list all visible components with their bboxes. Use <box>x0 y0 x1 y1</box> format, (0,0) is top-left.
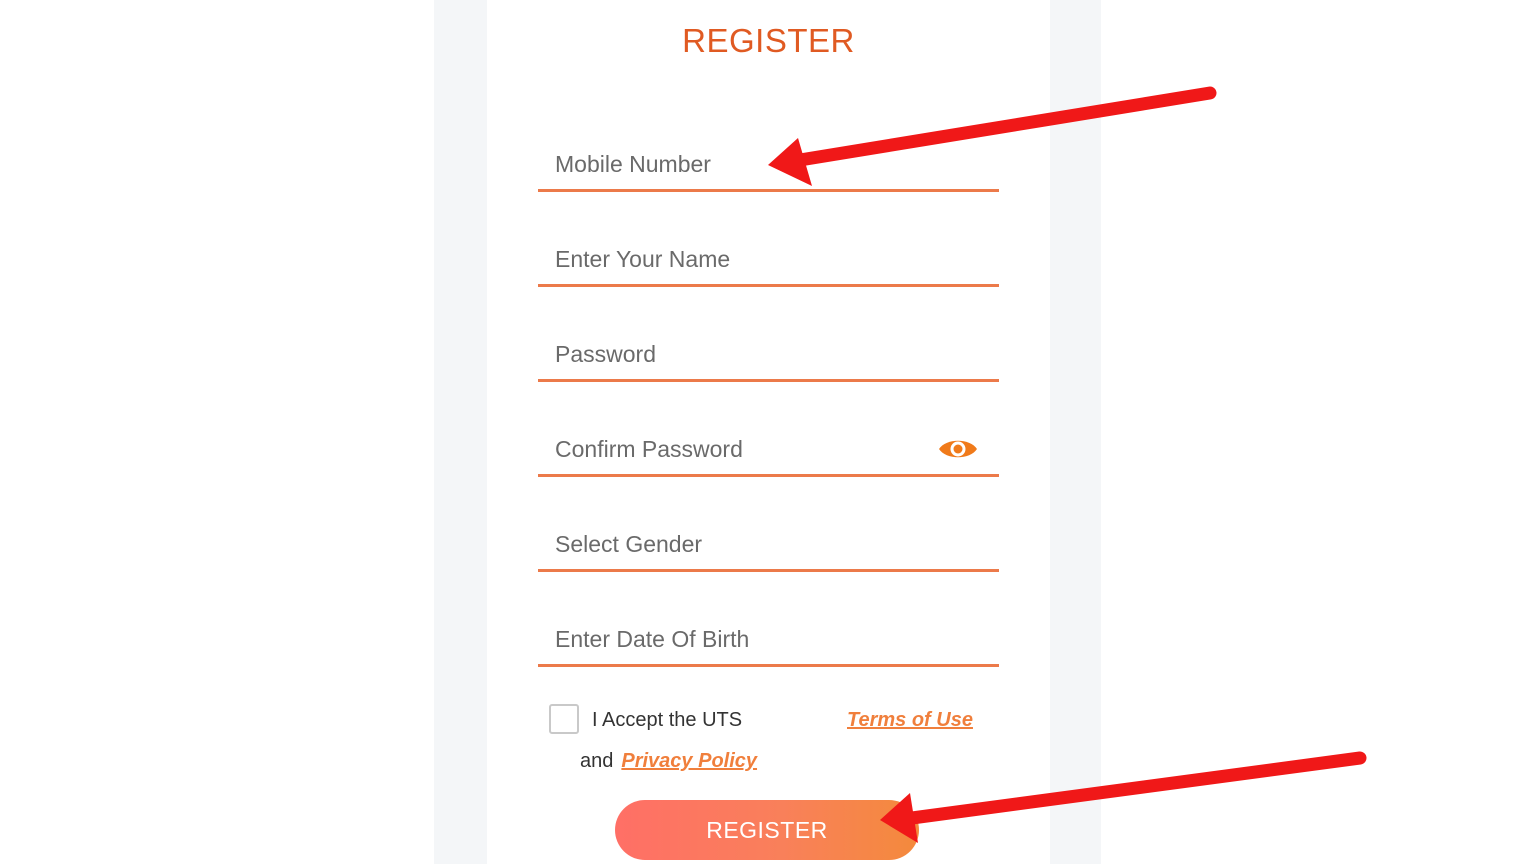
register-button[interactable]: REGISTER <box>615 800 919 860</box>
dob-input[interactable] <box>538 615 999 664</box>
privacy-row: and Privacy Policy <box>580 750 757 778</box>
confirm-password-field <box>538 425 999 477</box>
name-field <box>538 235 999 287</box>
register-card: REGISTER Mobile Number Enter Your Name S… <box>487 0 1050 864</box>
name-input[interactable] <box>538 235 999 284</box>
privacy-policy-link[interactable]: Privacy Policy <box>621 750 757 772</box>
gender-select[interactable] <box>538 520 999 569</box>
terms-row: I Accept the UTS Terms of Use <box>549 703 989 737</box>
and-text: and <box>580 750 614 772</box>
terms-of-use-link[interactable]: Terms of Use <box>847 709 973 732</box>
page-title: REGISTER <box>682 22 855 59</box>
accept-terms-checkbox[interactable] <box>549 704 579 734</box>
eye-icon[interactable] <box>937 435 979 463</box>
dob-field <box>538 615 999 667</box>
confirm-password-input[interactable] <box>538 425 999 474</box>
gender-field <box>538 520 999 572</box>
password-field <box>538 330 999 382</box>
eye-icon-graphic <box>939 440 977 458</box>
accept-text: I Accept the UTS <box>592 709 743 731</box>
page: REGISTER Mobile Number Enter Your Name S… <box>0 0 1536 864</box>
password-input[interactable] <box>538 330 999 379</box>
mobile-number-field <box>538 140 999 192</box>
mobile-number-input[interactable] <box>538 140 999 189</box>
